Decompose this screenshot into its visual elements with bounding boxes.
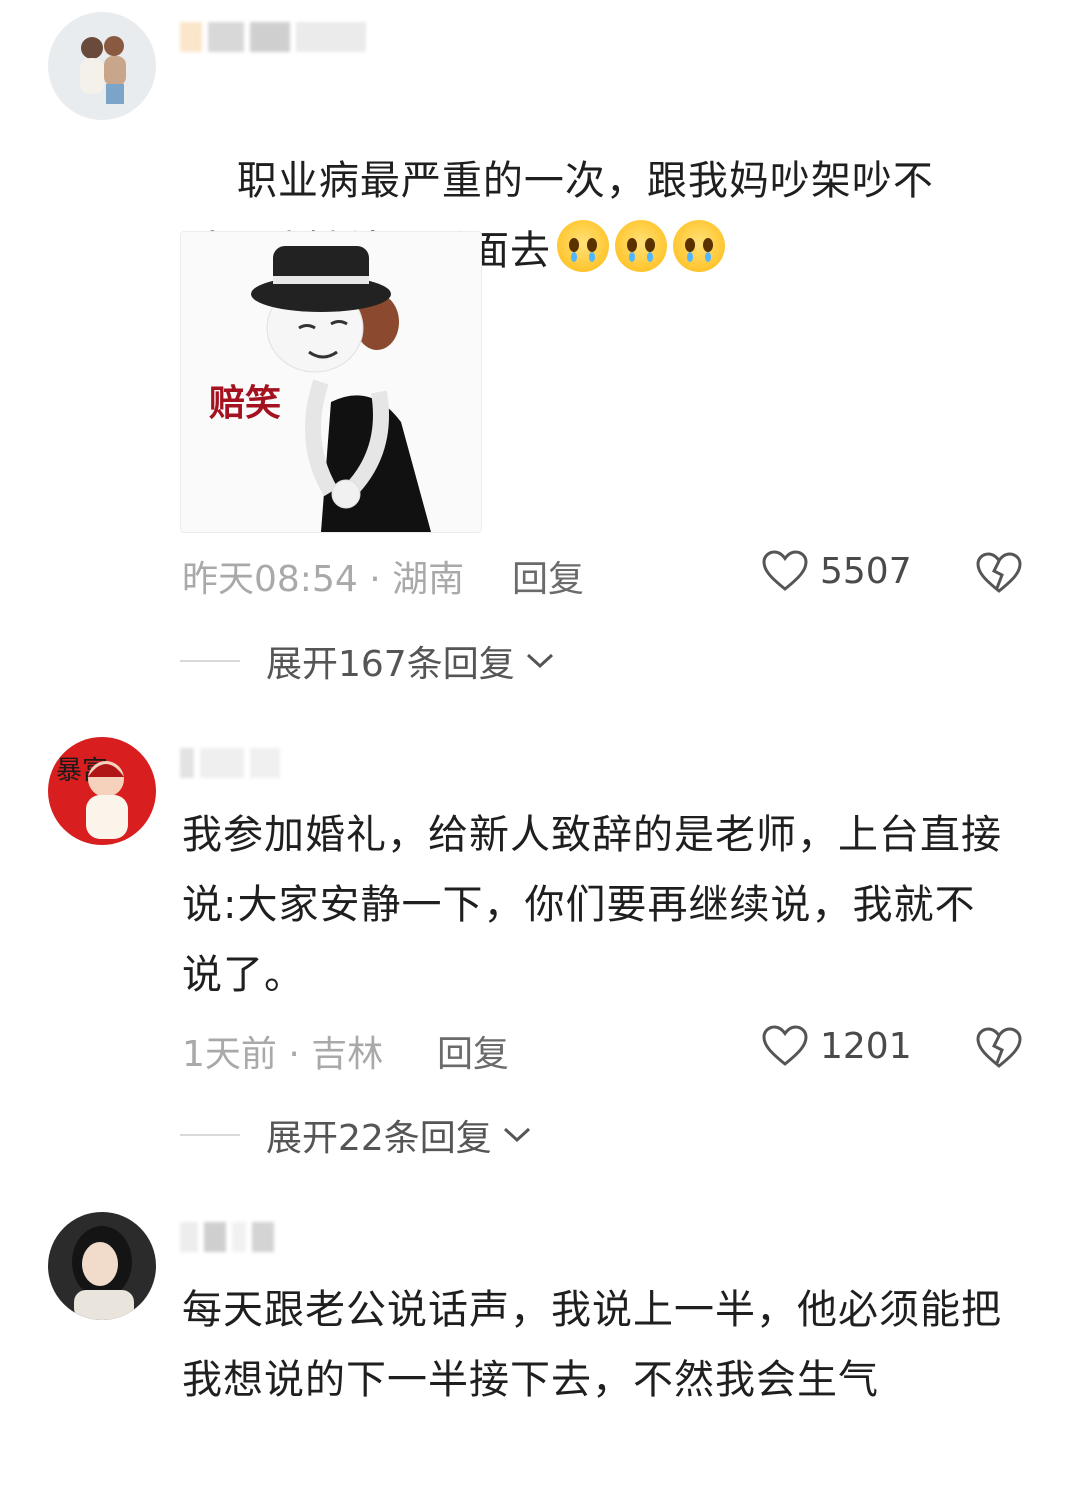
- comment-text: 每天跟老公说话声，我说上一半，他必须能把我想说的下一半接下去，不然我会生气: [182, 1287, 1002, 1403]
- comment-meta: 昨天08:54 · 湖南 回复 5507: [182, 550, 1039, 600]
- reply-button[interactable]: 回复: [512, 550, 584, 602]
- timestamp-location: 1天前 · 吉林: [182, 1034, 384, 1075]
- reply-button[interactable]: 回复: [437, 1025, 509, 1077]
- avatar[interactable]: [48, 1212, 156, 1320]
- heart-icon: [762, 1025, 808, 1066]
- expand-replies-label: 展开22条回复: [266, 1118, 492, 1159]
- avatar[interactable]: [48, 12, 156, 120]
- crying-emoji-icon: [673, 220, 725, 272]
- crying-emoji-icon: [557, 220, 609, 272]
- username-blurred[interactable]: [180, 1222, 280, 1262]
- expand-replies-button[interactable]: 展开167条回复: [180, 636, 555, 686]
- like-button[interactable]: 5507: [762, 550, 912, 592]
- expand-replies-button[interactable]: 展开22条回复: [180, 1110, 532, 1160]
- avatar[interactable]: 暴富: [48, 737, 156, 845]
- heart-icon: [762, 550, 808, 591]
- crying-emoji-icon: [615, 220, 667, 272]
- like-count: 1201: [820, 1025, 912, 1067]
- chevron-down-icon: [503, 1127, 530, 1143]
- timestamp-location: 昨天08:54 · 湖南: [182, 559, 465, 600]
- username-blurred[interactable]: [180, 748, 286, 788]
- divider-line: [180, 660, 240, 662]
- divider-line: [180, 1134, 240, 1136]
- comment-text: 我参加婚礼，给新人致辞的是老师，上台直接说:大家安静一下，你们要再继续说，我就不…: [182, 812, 1002, 998]
- like-count: 5507: [820, 550, 912, 592]
- dislike-button[interactable]: [976, 552, 1022, 603]
- dislike-button[interactable]: [976, 1027, 1022, 1078]
- like-button[interactable]: 1201: [762, 1025, 912, 1067]
- sticker-caption: 赔笑: [209, 383, 282, 424]
- expand-replies-label: 展开167条回复: [266, 644, 515, 685]
- username-blurred[interactable]: [180, 22, 372, 62]
- broken-heart-icon: [976, 1027, 1022, 1068]
- comment-meta: 1天前 · 吉林 回复 1201: [182, 1025, 1039, 1075]
- sticker-image[interactable]: 赔笑: [180, 231, 482, 533]
- chevron-down-icon: [526, 653, 553, 669]
- broken-heart-icon: [976, 552, 1022, 593]
